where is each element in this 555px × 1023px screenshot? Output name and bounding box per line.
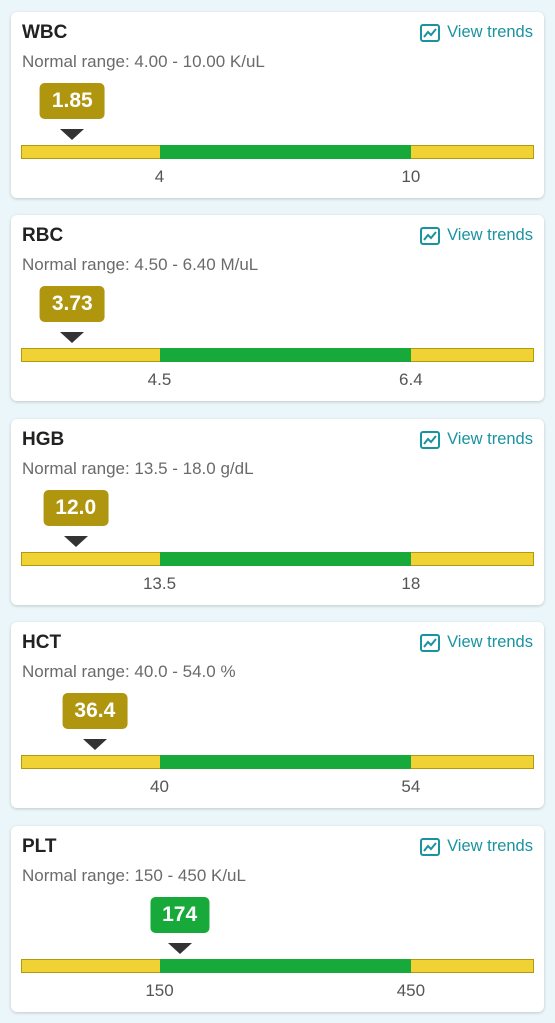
- view-trends-label: View trends: [447, 430, 533, 448]
- view-trends-link[interactable]: View trends: [420, 226, 533, 245]
- marker-pointer: [60, 129, 85, 140]
- line-chart-icon: [420, 633, 441, 652]
- range-bar: [21, 959, 534, 973]
- low-limit-tick: 4: [154, 167, 165, 186]
- test-name: HCT: [22, 632, 62, 653]
- value-badge: 174: [150, 897, 210, 933]
- lab-card-rbc: RBC View trends Normal range: 4.50 - 6.4…: [11, 215, 544, 401]
- low-limit-tick: 40: [150, 777, 169, 796]
- high-limit-tick: 54: [401, 777, 421, 796]
- high-limit-tick: 18: [401, 574, 421, 593]
- test-name: PLT: [22, 836, 57, 857]
- line-chart-icon: [420, 837, 441, 856]
- marker-pointer: [82, 739, 107, 750]
- line-chart-icon: [420, 226, 441, 245]
- view-trends-link[interactable]: View trends: [420, 837, 533, 856]
- lab-card-hct: HCT View trends Normal range: 40.0 - 54.…: [11, 622, 544, 808]
- normal-range-segment: [159, 145, 411, 159]
- high-limit-tick: 10: [401, 167, 421, 186]
- value-badge: 12.0: [43, 490, 109, 526]
- normal-range-segment: [159, 755, 411, 769]
- low-limit-tick: 150: [145, 981, 174, 1000]
- view-trends-link[interactable]: View trends: [420, 633, 533, 652]
- low-limit-tick: 4.5: [147, 370, 172, 389]
- normal-range-segment: [159, 348, 411, 362]
- value-badge: 1.85: [39, 83, 105, 119]
- view-trends-label: View trends: [447, 837, 533, 855]
- test-name: WBC: [22, 22, 68, 43]
- lab-card-hgb: HGB View trends Normal range: 13.5 - 18.…: [11, 419, 544, 605]
- range-bar: [21, 145, 534, 159]
- lab-card-plt: PLT View trends Normal range: 150 - 450 …: [11, 826, 544, 1012]
- range-bar: [21, 348, 534, 362]
- range-bar: [21, 755, 534, 769]
- line-chart-icon: [420, 430, 441, 449]
- normal-range-segment: [159, 552, 411, 566]
- view-trends-label: View trends: [447, 23, 533, 41]
- marker-pointer: [63, 536, 88, 547]
- normal-range-text: Normal range: 13.5 - 18.0 g/dL: [22, 459, 254, 478]
- lab-results-list: WBC View trends Normal range: 4.00 - 10.…: [0, 0, 555, 1023]
- normal-range-text: Normal range: 4.00 - 10.00 K/uL: [22, 52, 265, 71]
- range-bar: [21, 552, 534, 566]
- marker-pointer: [60, 332, 85, 343]
- normal-range-text: Normal range: 4.50 - 6.40 M/uL: [22, 255, 259, 274]
- view-trends-label: View trends: [447, 226, 533, 244]
- value-badge: 36.4: [62, 693, 128, 729]
- view-trends-label: View trends: [447, 633, 533, 651]
- test-name: HGB: [22, 429, 65, 450]
- high-limit-tick: 450: [396, 981, 426, 1000]
- line-chart-icon: [420, 23, 441, 42]
- view-trends-link[interactable]: View trends: [420, 23, 533, 42]
- normal-range-text: Normal range: 150 - 450 K/uL: [22, 866, 246, 885]
- view-trends-link[interactable]: View trends: [420, 430, 533, 449]
- low-limit-tick: 13.5: [142, 574, 177, 593]
- lab-card-wbc: WBC View trends Normal range: 4.00 - 10.…: [11, 12, 544, 198]
- test-name: RBC: [22, 225, 64, 246]
- normal-range-segment: [159, 959, 411, 973]
- marker-pointer: [167, 943, 192, 954]
- value-badge: 3.73: [39, 286, 105, 322]
- normal-range-text: Normal range: 40.0 - 54.0 %: [22, 662, 236, 681]
- high-limit-tick: 6.4: [399, 370, 423, 389]
